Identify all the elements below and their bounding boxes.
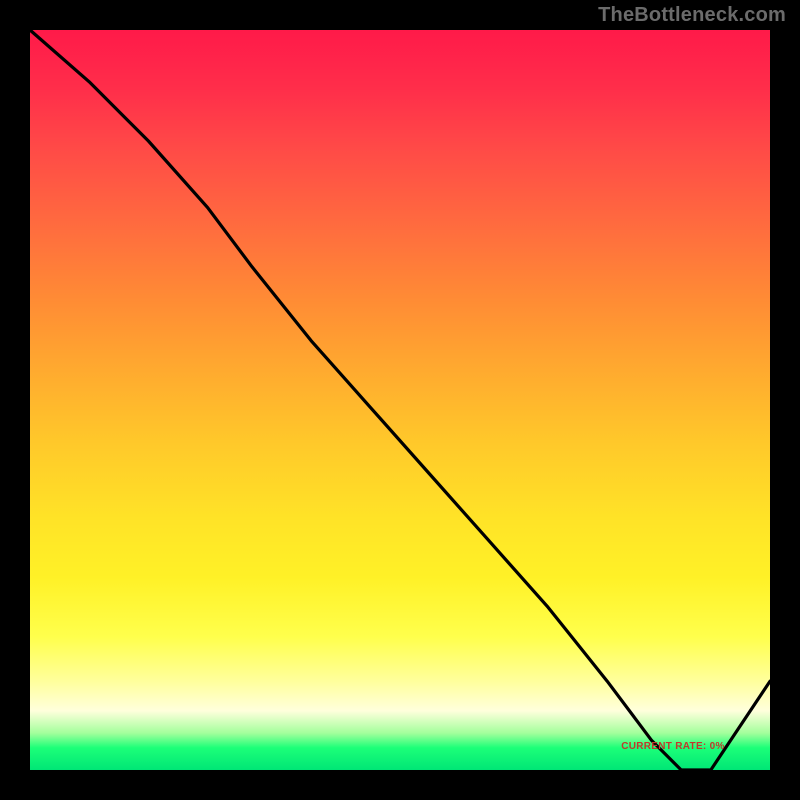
plot-area: CURRENT RATE: 0%	[30, 30, 770, 770]
bottleneck-curve	[30, 30, 770, 770]
current-rate-annotation: CURRENT RATE: 0%	[621, 741, 725, 752]
watermark-text: TheBottleneck.com	[598, 4, 786, 27]
chart-frame: TheBottleneck.com CURRENT RATE: 0%	[0, 0, 800, 800]
